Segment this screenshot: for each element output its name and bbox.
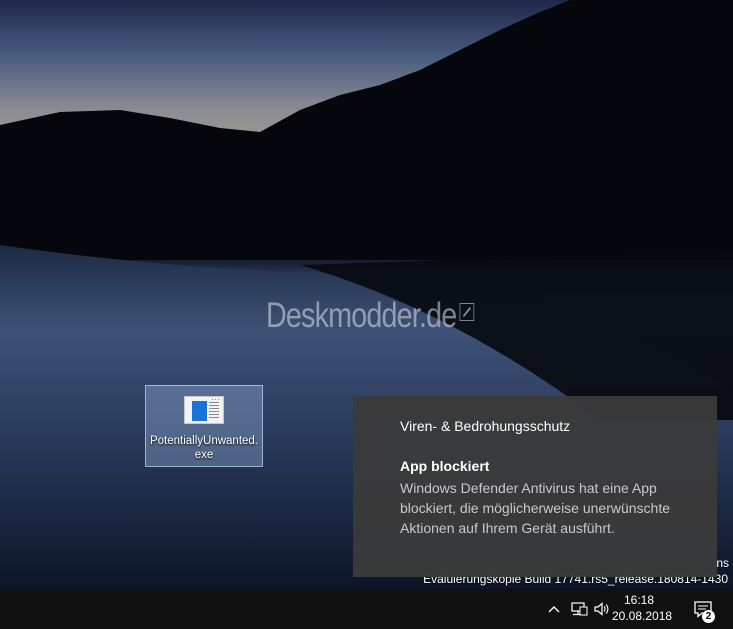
icon-label-line1: PotentiallyUnwanted. [149, 435, 259, 447]
toast-body: Windows Defender Antivirus hat eine App … [400, 480, 671, 536]
watermark-text: Deskmodder.de [266, 296, 457, 335]
chevron-up-icon[interactable] [545, 589, 563, 629]
desktop[interactable]: Deskmodder.de ··· PotentiallyUnwanted. e… [0, 0, 733, 589]
taskbar: 16:18 20.08.2018 [0, 589, 733, 629]
action-center-icon[interactable] [688, 589, 718, 629]
icon-label-line2: exe [194, 449, 214, 461]
application-window-icon: ··· [184, 396, 224, 424]
toast-app-name: Viren- & Bedrohungsschutz [400, 418, 571, 434]
volume-icon[interactable] [592, 589, 612, 629]
deskmodder-watermark: Deskmodder.de [266, 296, 475, 336]
clock-date: 20.08.2018 [612, 609, 673, 623]
taskbar-clock[interactable]: 16:18 20.08.2018 [612, 592, 673, 624]
pen-icon [459, 303, 475, 321]
network-icon[interactable] [568, 589, 590, 629]
notification-count-badge: 2 [702, 610, 715, 623]
desktop-icon-label: PotentiallyUnwanted. exe [146, 434, 262, 462]
desktop-icon-potentially-unwanted[interactable]: ··· PotentiallyUnwanted. exe [145, 385, 263, 467]
clock-time: 16:18 [623, 593, 655, 607]
notification-toast[interactable]: Viren- & Bedrohungsschutz App blockiert … [353, 396, 717, 577]
toast-title: App blockiert [400, 458, 490, 474]
edge-text: ns [716, 556, 729, 570]
